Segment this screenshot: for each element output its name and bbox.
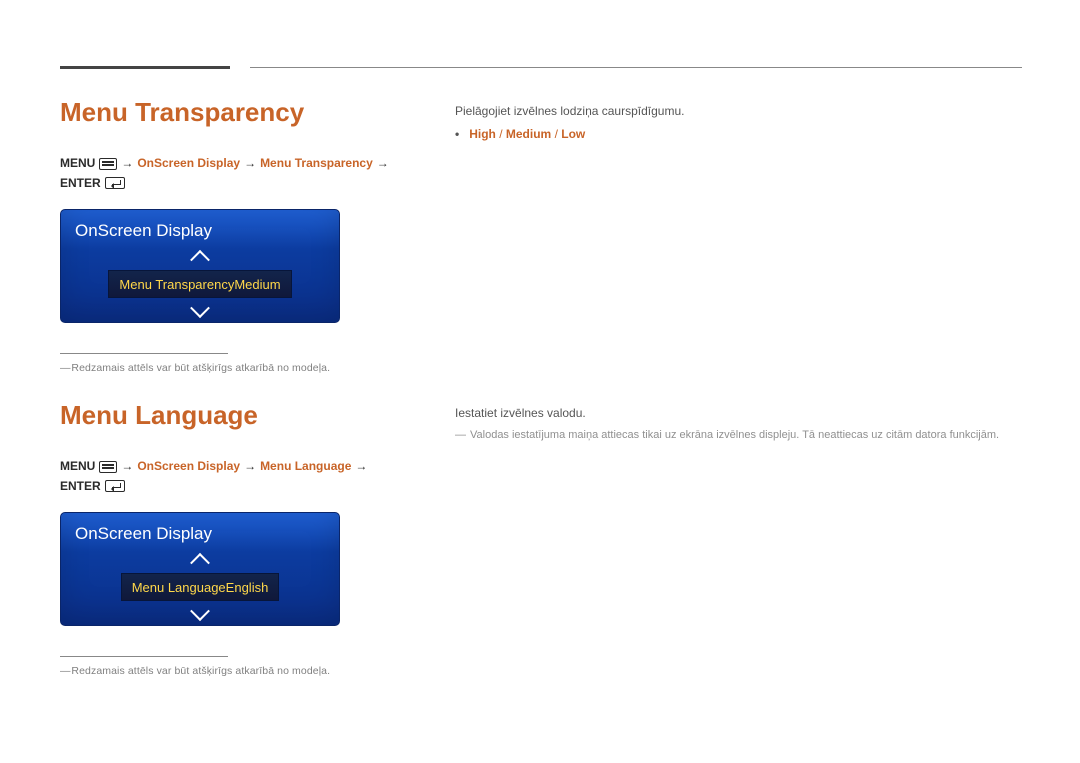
osd-preview-panel: OnScreen Display Menu Transparency Mediu… (60, 209, 340, 323)
chevron-down-icon (190, 601, 210, 621)
option-low: Low (561, 127, 585, 141)
page-rule (250, 67, 1022, 68)
path-item: Menu Language (260, 459, 351, 475)
heading-menu-language: Menu Language (60, 400, 400, 431)
description-block: Iestatiet izvēlnes valodu. Valodas iesta… (455, 405, 1022, 444)
osd-row-value: English (226, 580, 269, 595)
path-arrow: → (244, 459, 256, 475)
path-menu: MENU (60, 156, 95, 172)
path-osd: OnScreen Display (137, 156, 240, 172)
osd-title: OnScreen Display (61, 210, 339, 248)
option-high: High (469, 127, 496, 141)
option-medium: Medium (506, 127, 551, 141)
osd-preview-panel: OnScreen Display Menu Language English (60, 512, 340, 626)
osd-row-label: Menu Language (132, 580, 226, 595)
path-osd: OnScreen Display (137, 459, 240, 475)
osd-arrow-down[interactable] (193, 603, 207, 625)
path-arrow: → (121, 156, 133, 172)
description-text: Pielāgojiet izvēlnes lodziņa caurspīdīgu… (455, 103, 1022, 120)
enter-icon (105, 480, 125, 492)
path-menu: MENU (60, 459, 95, 475)
footnote: Redzamais attēls var būt atšķirīgs atkar… (60, 665, 400, 677)
osd-row-label: Menu Transparency (119, 277, 234, 292)
footnote-separator (60, 656, 228, 657)
description-text: Iestatiet izvēlnes valodu. (455, 405, 1022, 422)
note-text: Valodas iestatījuma maiņa attiecas tikai… (470, 428, 999, 444)
chevron-down-icon (190, 298, 210, 318)
path-arrow: → (355, 459, 367, 475)
dash-icon (455, 428, 464, 444)
osd-row-value: Medium (234, 277, 280, 292)
options-bullet: • High / Medium / Low (455, 126, 1022, 143)
path-enter: ENTER (60, 479, 101, 495)
footnote-separator (60, 353, 228, 354)
note-row: Valodas iestatījuma maiņa attiecas tikai… (455, 428, 1022, 444)
path-arrow: → (244, 156, 256, 172)
osd-title: OnScreen Display (61, 513, 339, 551)
chevron-up-icon (190, 553, 210, 573)
footnote: Redzamais attēls var būt atšķirīgs atkar… (60, 362, 400, 374)
section-menu-language: Menu Language MENU → OnScreen Display → … (60, 400, 400, 677)
osd-arrow-down[interactable] (193, 300, 207, 322)
menu-icon (99, 461, 117, 473)
path-enter: ENTER (60, 176, 101, 192)
section-menu-transparency: Menu Transparency MENU → OnScreen Displa… (60, 97, 400, 374)
bullet-dot: • (455, 126, 459, 143)
osd-selected-row[interactable]: Menu Transparency Medium (108, 270, 291, 298)
page-tab-marker (60, 66, 230, 69)
description-block: Pielāgojiet izvēlnes lodziņa caurspīdīgu… (455, 103, 1022, 144)
breadcrumb: MENU → OnScreen Display → Menu Language … (60, 459, 400, 494)
chevron-up-icon (190, 250, 210, 270)
breadcrumb: MENU → OnScreen Display → Menu Transpare… (60, 156, 400, 191)
heading-menu-transparency: Menu Transparency (60, 97, 400, 128)
osd-selected-row[interactable]: Menu Language English (121, 573, 280, 601)
osd-arrow-up[interactable] (193, 549, 207, 571)
enter-icon (105, 177, 125, 189)
option-sep: / (499, 127, 506, 141)
osd-arrow-up[interactable] (193, 246, 207, 268)
path-item: Menu Transparency (260, 156, 373, 172)
menu-icon (99, 158, 117, 170)
path-arrow: → (121, 459, 133, 475)
path-arrow: → (377, 156, 389, 172)
